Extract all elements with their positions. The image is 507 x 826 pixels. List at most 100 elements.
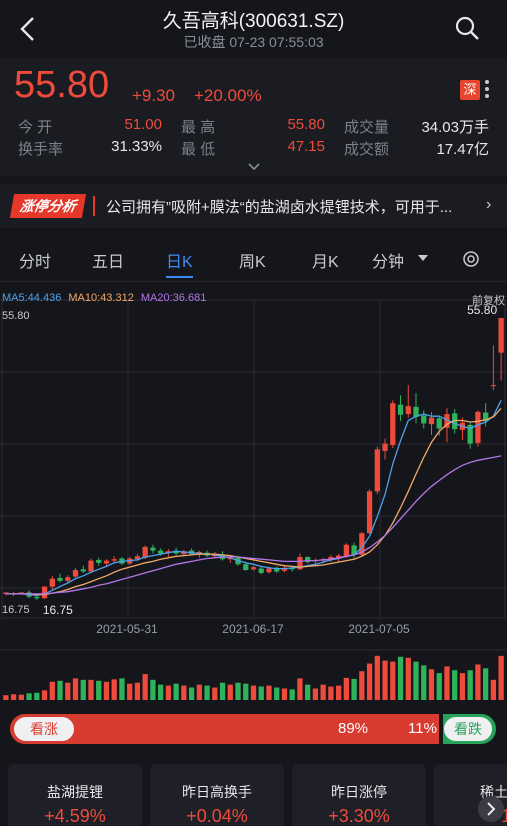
volume-bar bbox=[34, 692, 40, 700]
limit-up-analysis-banner[interactable]: 涨停分析 公司拥有”吸附+膜法“的盐湖卤水提锂技术，可用于... › bbox=[0, 184, 507, 228]
candle-body bbox=[366, 491, 373, 534]
market-badge: 深 bbox=[460, 80, 480, 100]
volume-bar bbox=[274, 687, 280, 700]
volume-bar bbox=[150, 679, 156, 700]
minute-dropdown-caret-icon[interactable] bbox=[418, 255, 428, 261]
concept-change: +0.04% bbox=[186, 806, 248, 826]
volume-bar bbox=[359, 671, 365, 700]
header-bar: 久吾高科(300631.SZ) 已收盘 07-23 07:55:03 bbox=[0, 0, 507, 58]
volume-bar bbox=[127, 683, 133, 700]
bearish-vote-button[interactable]: 看跌 bbox=[444, 717, 492, 741]
tab-intraday[interactable]: 分时 bbox=[19, 248, 51, 272]
concept-name: 盐湖提锂 bbox=[47, 784, 103, 800]
volume-bar bbox=[111, 679, 117, 700]
volume-bar bbox=[490, 679, 497, 700]
candle-body bbox=[343, 544, 349, 557]
volume-bar bbox=[305, 684, 311, 700]
candle-body bbox=[397, 404, 404, 415]
expand-chevron-icon[interactable] bbox=[247, 162, 261, 172]
volume-bar bbox=[320, 684, 326, 700]
volume-bar bbox=[227, 684, 233, 700]
candle-body bbox=[103, 560, 110, 564]
volume-bar bbox=[165, 685, 172, 700]
volume-bar bbox=[219, 682, 226, 700]
volume-bar bbox=[18, 694, 24, 700]
volume-bar bbox=[41, 690, 48, 700]
settings-icon[interactable] bbox=[462, 250, 480, 268]
volume-bar bbox=[72, 678, 79, 700]
ma10-label: MA10:43.312 bbox=[68, 292, 134, 304]
concept-card[interactable]: 昨日涨停 +3.30% bbox=[292, 764, 426, 826]
volume-bar bbox=[475, 664, 481, 700]
candle-body bbox=[80, 569, 86, 572]
price-adjust-label[interactable]: 前复权 bbox=[472, 292, 505, 308]
volume-bar bbox=[390, 661, 396, 700]
market-status: 已收盘 07-23 07:55:03 bbox=[183, 34, 324, 50]
chevron-right-icon: › bbox=[486, 196, 492, 213]
volume-bar bbox=[243, 683, 249, 700]
tab-five-day[interactable]: 五日 bbox=[92, 248, 124, 272]
volume-bar bbox=[266, 685, 272, 700]
volume-bar bbox=[374, 655, 380, 700]
tab-monthly-k[interactable]: 月K bbox=[312, 248, 339, 272]
candle-body bbox=[258, 568, 264, 573]
concept-card[interactable]: 盐湖提锂 +4.59% bbox=[8, 764, 142, 826]
volume-bar bbox=[413, 661, 419, 700]
y-axis-max-label: 55.80 bbox=[2, 310, 30, 322]
divider bbox=[93, 196, 95, 216]
stock-title: 久吾高科(300631.SZ) bbox=[162, 11, 345, 32]
volume-bar bbox=[343, 677, 349, 700]
search-icon[interactable] bbox=[453, 14, 481, 42]
volume-bar bbox=[250, 685, 257, 700]
current-price: 55.80 bbox=[14, 64, 110, 106]
candle-body bbox=[266, 568, 272, 573]
tab-minute[interactable]: 分钟 bbox=[372, 248, 404, 272]
candle-body bbox=[243, 564, 249, 571]
related-concepts: 盐湖提锂 +4.59% 昨日高换手 +0.04% 昨日涨停 +3.30% 稀土永… bbox=[0, 764, 507, 826]
volume-bar bbox=[49, 681, 55, 700]
candle-body bbox=[65, 577, 71, 581]
volume-bar bbox=[444, 666, 450, 700]
concept-change: +4.59% bbox=[44, 806, 106, 826]
volume-bar bbox=[335, 685, 342, 700]
volume-bar bbox=[57, 680, 63, 700]
candle-body bbox=[436, 418, 442, 429]
bearish-percent: 11% bbox=[408, 720, 437, 737]
volume-bar bbox=[498, 655, 504, 700]
tab-daily-k[interactable]: 日K bbox=[166, 248, 193, 278]
ma20-label: MA20:36.681 bbox=[140, 292, 207, 304]
quote-panel: 55.80 +9.30 +20.00% 深 今 开 51.00 最 高 55.80 … bbox=[0, 58, 507, 176]
more-menu-icon[interactable] bbox=[482, 78, 492, 102]
concept-name: 昨日涨停 bbox=[331, 784, 387, 800]
candle-body bbox=[72, 570, 79, 577]
volume-bar bbox=[258, 686, 264, 700]
tab-weekly-k[interactable]: 周K bbox=[239, 248, 266, 272]
volume-bar bbox=[134, 682, 141, 700]
volume-bar bbox=[467, 670, 473, 700]
next-arrow-icon[interactable] bbox=[478, 796, 504, 822]
volume-bar bbox=[173, 683, 179, 700]
candlestick-chart[interactable]: 2021-05-31 2021-06-17 2021-07-05 16.75 55.80 bbox=[0, 284, 507, 704]
date-tick-label: 2021-05-31 bbox=[96, 622, 158, 636]
candle-body bbox=[498, 318, 504, 353]
concept-name: 昨日高换手 bbox=[182, 784, 252, 800]
volume-bar bbox=[181, 685, 187, 700]
volume-bar bbox=[65, 682, 71, 700]
candle-body bbox=[421, 415, 427, 424]
candle-body bbox=[57, 577, 63, 581]
candle-body bbox=[111, 559, 117, 561]
bullish-vote-button[interactable]: 看涨 bbox=[14, 717, 74, 741]
volume-bar bbox=[428, 669, 435, 700]
volume-bar bbox=[80, 679, 86, 700]
volume-bar bbox=[10, 694, 17, 700]
ma5-label: MA5:44.436 bbox=[2, 292, 62, 304]
news-headline: 公司拥有”吸附+膜法“的盐湖卤水提锂技术，可用于... bbox=[106, 199, 453, 216]
concept-card[interactable]: 昨日高换手 +0.04% bbox=[150, 764, 284, 826]
candle-body bbox=[150, 547, 156, 551]
volume-bar bbox=[204, 685, 210, 700]
price-change: +9.30 bbox=[132, 86, 176, 105]
y-axis-min-label: 16.75 bbox=[2, 604, 30, 616]
volume-bar bbox=[452, 670, 458, 700]
candle-body bbox=[390, 403, 396, 446]
volume-bar bbox=[312, 688, 319, 700]
